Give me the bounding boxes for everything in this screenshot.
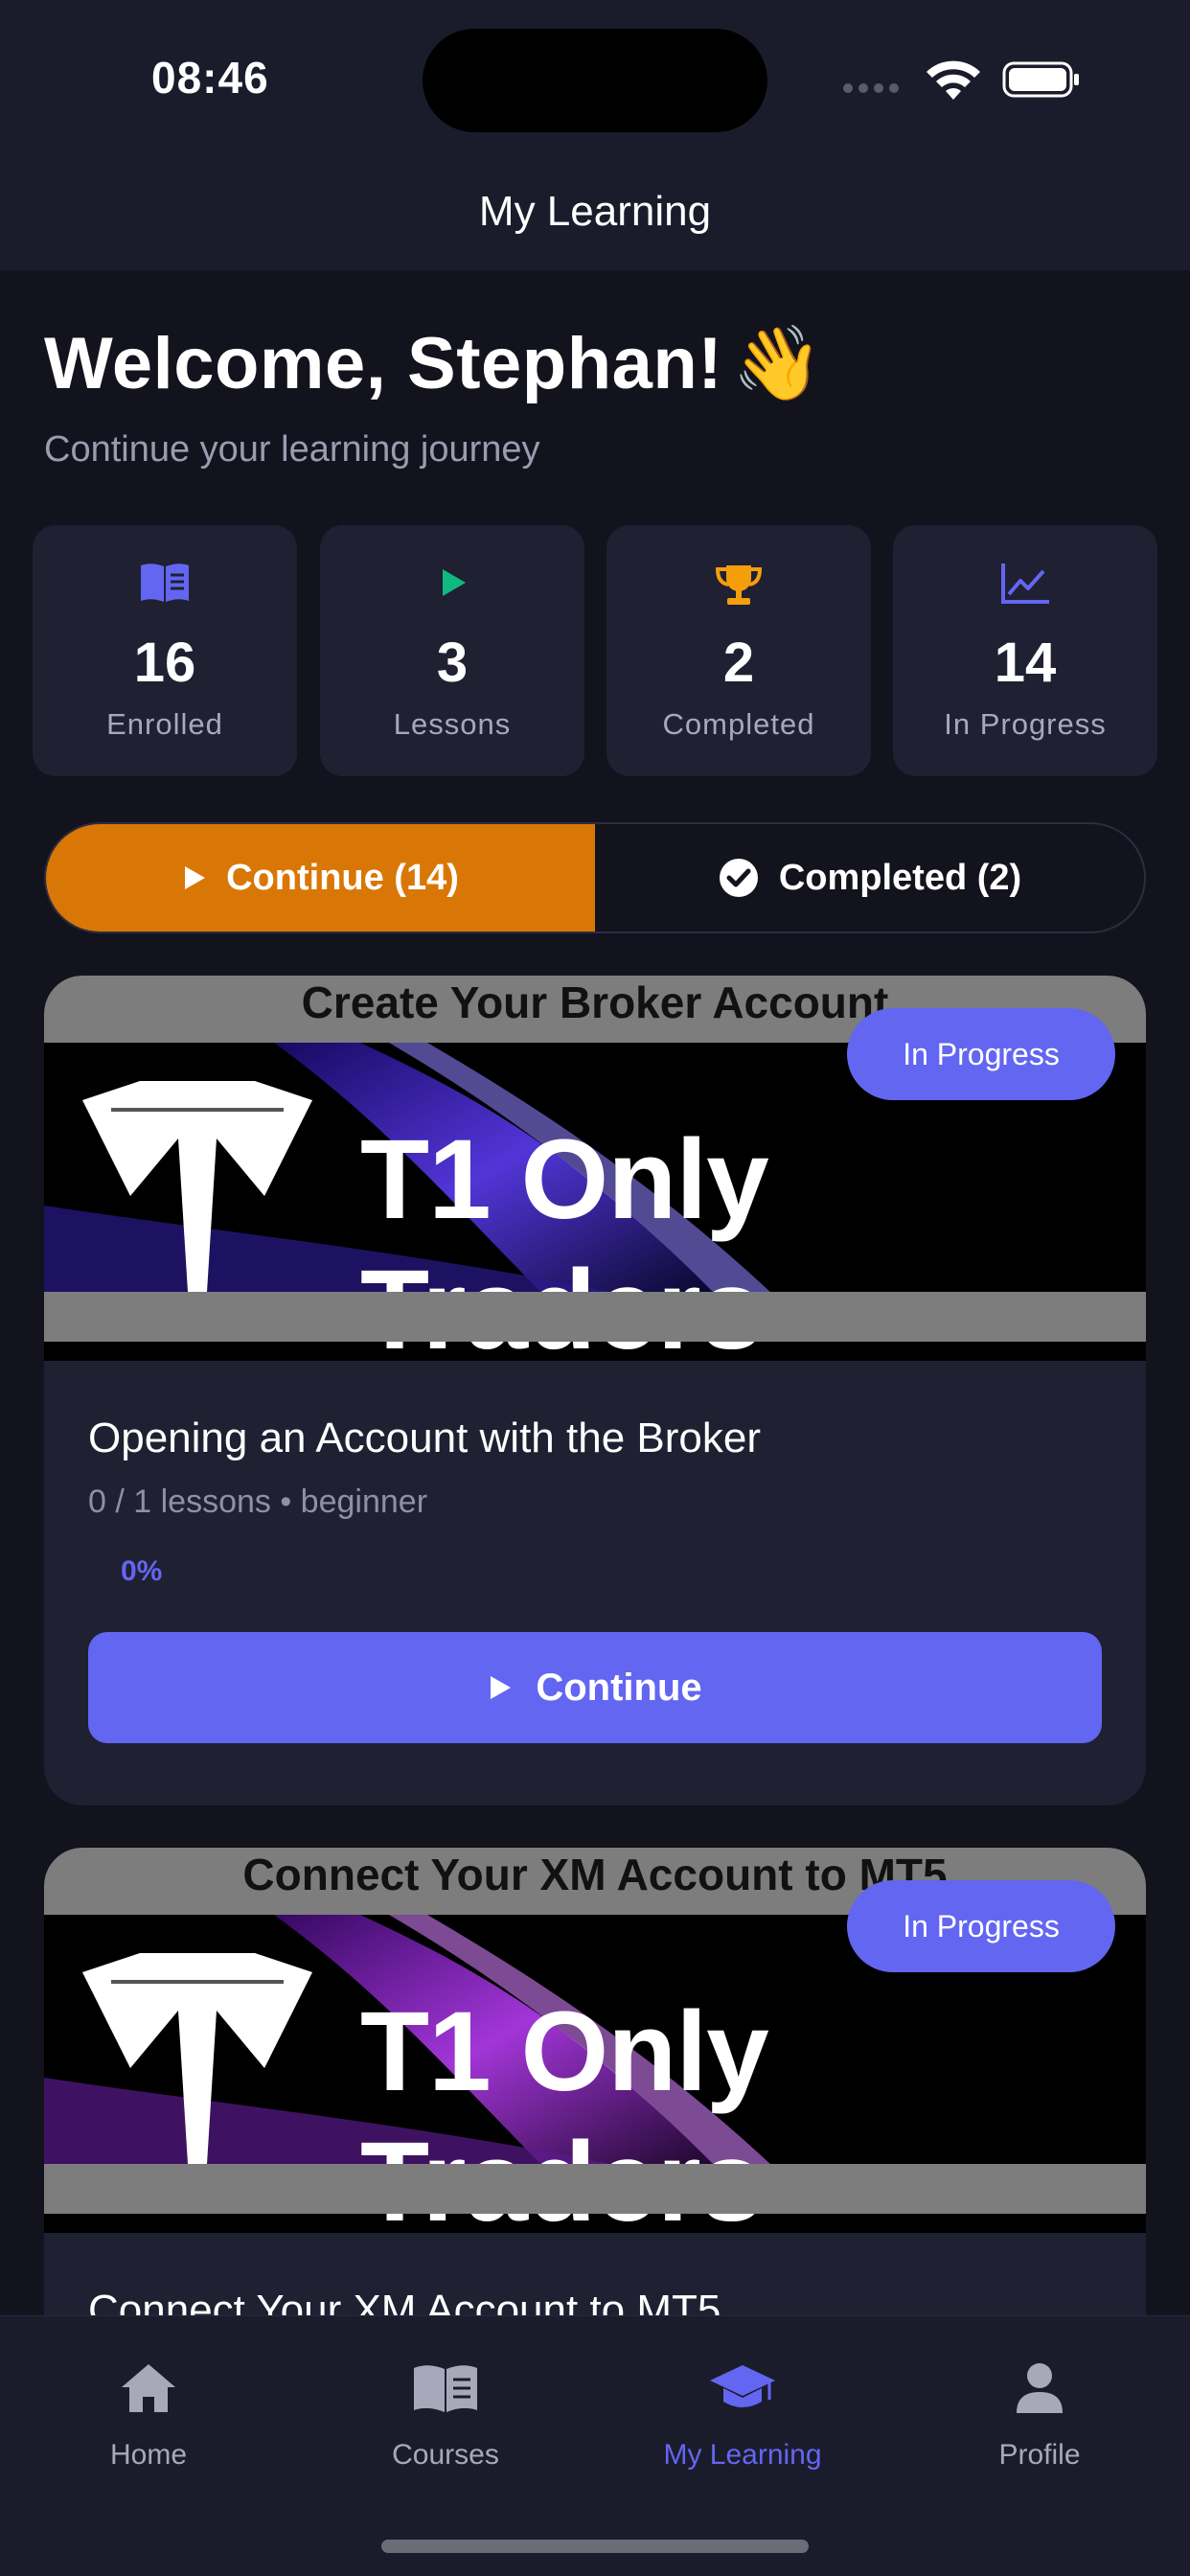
tab-continue[interactable]: Continue (14) [46,824,595,932]
book-open-icon [350,2358,541,2418]
stat-card-in-progress: 14 In Progress [893,525,1157,776]
course-banner: Create Your Broker Account T1 Only Trade… [44,976,1146,1361]
stat-value: 14 [994,632,1057,694]
stat-card-enrolled: 16 Enrolled [33,525,297,776]
tab-label: My Learning [663,2439,822,2471]
tab-home[interactable]: Home [53,2358,244,2472]
trophy-icon [606,562,871,610]
course-filter-tabs: Continue (14) Completed (2) [44,822,1146,933]
page-title: My Learning [478,188,712,235]
tab-label: Completed (2) [778,857,1022,898]
welcome-text: Welcome, Stephan! [44,323,723,404]
tab-label: Continue (14) [226,857,459,898]
stat-card-completed: 2 Completed [606,525,871,776]
continue-button[interactable]: Continue [88,1632,1102,1743]
tab-courses[interactable]: Courses [350,2358,541,2472]
course-meta: 0 / 1 lessons • beginner [88,1484,428,1520]
welcome-heading: Welcome, Stephan! 👋 [44,320,823,406]
graduation-cap-icon [647,2358,838,2418]
progress-percent: 0% [121,1555,163,1587]
tab-label: Profile [998,2439,1081,2471]
stat-value: 16 [133,632,196,694]
tab-label: Home [109,2439,188,2471]
home-indicator[interactable] [381,2540,809,2553]
bottom-tab-bar: Home Courses My Learning Profile [0,2315,1190,2576]
waving-hand-emoji: 👋 [732,323,824,404]
t1-logo-icon [82,1081,312,1292]
continue-button-label: Continue [536,1666,702,1709]
tab-label: Courses [392,2439,499,2471]
t1-logo-icon [82,1953,312,2164]
stat-label: Lessons [393,707,512,741]
course-title: Opening an Account with the Broker [88,1414,761,1461]
stat-value: 3 [436,632,469,694]
status-time: 08:46 [151,53,269,103]
course-banner: Connect Your XM Account to MT5 T1 Only T… [44,1848,1146,2233]
play-icon [320,562,584,610]
check-circle-icon [718,857,760,899]
course-card[interactable]: Connect Your XM Account to MT5 T1 Only T… [44,1848,1146,2384]
stat-label: In Progress [944,707,1107,741]
play-icon [488,1673,513,1702]
person-icon [944,2358,1135,2418]
stat-label: Enrolled [106,707,223,741]
course-card[interactable]: Create Your Broker Account T1 Only Trade… [44,976,1146,1806]
dynamic-island [423,29,767,132]
battery-icon [1002,61,1079,98]
trending-chart-icon [893,562,1157,610]
tab-my-learning[interactable]: My Learning [647,2358,838,2472]
tab-completed[interactable]: Completed (2) [595,824,1144,932]
top-bar: 08:46 My Learning [0,0,1190,270]
stat-value: 2 [722,632,755,694]
cellular-signal-icon [843,80,904,98]
play-icon [182,863,207,892]
stat-card-lessons: 3 Lessons [320,525,584,776]
stat-label: Completed [662,707,815,741]
welcome-subtitle: Continue your learning journey [44,429,540,470]
wifi-icon [927,60,980,100]
tab-profile[interactable]: Profile [944,2358,1135,2472]
book-icon [33,562,297,610]
status-badge: In Progress [847,1880,1115,1972]
status-badge: In Progress [847,1008,1115,1100]
home-icon [53,2358,244,2418]
